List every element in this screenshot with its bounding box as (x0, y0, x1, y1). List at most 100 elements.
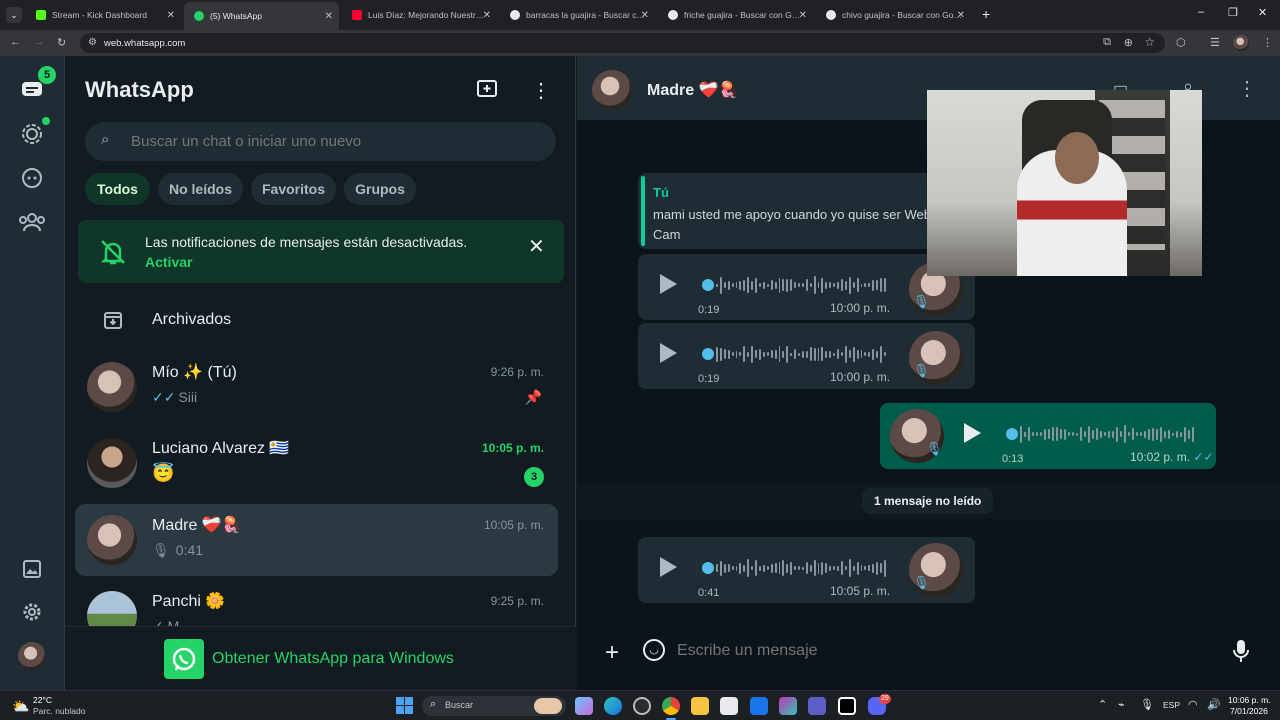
menu-kebab-icon[interactable]: ⋮ (531, 78, 551, 103)
edge-icon[interactable] (604, 697, 622, 715)
communities-nav-icon[interactable] (18, 208, 46, 236)
tab-close-icon[interactable]: ✕ (167, 10, 175, 21)
voice-message-bubble-outgoing[interactable]: 🎙 0:13 10:02 p. m. ✓✓ (880, 403, 1216, 469)
voice-waveform[interactable] (716, 275, 886, 295)
chat-row-mio[interactable]: Mío ✨ (Tú) 9:26 p. m. ✓✓ Siii 📌 (75, 351, 558, 423)
close-window-button[interactable]: ✕ (1258, 6, 1267, 19)
emoji-icon[interactable]: ◡ (643, 639, 665, 661)
message-input[interactable] (677, 638, 1217, 664)
activate-link[interactable]: Activar (145, 254, 192, 270)
play-icon[interactable] (660, 274, 677, 294)
new-chat-button[interactable] (476, 79, 500, 101)
play-icon[interactable] (660, 343, 677, 363)
contact-name[interactable]: Madre ❤️‍🩹🪼 (647, 80, 738, 100)
attach-plus-icon[interactable]: + (605, 639, 619, 667)
tab-close-icon[interactable]: ✕ (641, 10, 649, 21)
status-nav-icon[interactable] (18, 120, 46, 148)
search-input[interactable] (131, 130, 531, 152)
filter-favorites[interactable]: Favoritos (251, 173, 336, 205)
file-explorer-icon[interactable] (691, 697, 709, 715)
store-icon[interactable] (720, 697, 738, 715)
tab-search-button[interactable]: ⌄ (6, 7, 22, 23)
playback-position-dot[interactable] (702, 348, 714, 360)
voice-message-bubble[interactable]: 0:19 10:00 p. m. 🎙 (638, 323, 975, 389)
browser-tab-google-3[interactable]: chivo guajira - Buscar con Google ✕ (816, 4, 971, 26)
clock-time[interactable]: 10:06 p. m. (1228, 695, 1271, 705)
volume-icon[interactable]: 🔊 (1207, 698, 1221, 711)
browser-tab-whatsapp[interactable]: (5) WhatsApp ✕ (184, 2, 339, 30)
teams-icon[interactable] (808, 697, 826, 715)
media-nav-icon[interactable] (18, 555, 46, 583)
voice-message-bubble[interactable]: 0:41 10:05 p. m. 🎙 (638, 537, 975, 603)
playback-position-dot[interactable] (1006, 428, 1018, 440)
chat-row-luciano[interactable]: Luciano Alvarez 🇺🇾 10:05 p. m. 😇 3 (75, 427, 558, 499)
capcut-icon[interactable] (838, 697, 856, 715)
weather-temp[interactable]: 22°C (33, 695, 52, 705)
get-windows-app-link[interactable]: Obtener WhatsApp para Windows (212, 650, 454, 668)
tab-close-icon[interactable]: ✕ (799, 10, 807, 21)
archived-row[interactable]: Archivados (75, 286, 558, 354)
chat-row-panchi[interactable]: Panchi 🌼 9:25 p. m. ✓ M (75, 580, 558, 626)
new-tab-button[interactable]: + (982, 6, 990, 22)
chat-row-madre[interactable]: Madre ❤️‍🩹🪼 10:05 p. m. 🎙 0:41 (75, 504, 558, 576)
playback-position-dot[interactable] (702, 279, 714, 291)
filter-all[interactable]: Todos (85, 173, 150, 205)
taskbar-search[interactable]: ⌕ Buscar (422, 696, 566, 716)
profile-avatar[interactable] (18, 642, 46, 670)
browser-tab-google-2[interactable]: friche guajira - Buscar con Google ✕ (658, 4, 813, 26)
playback-position-dot[interactable] (702, 562, 714, 574)
browser-menu-icon[interactable]: ⋮ (1262, 36, 1273, 49)
profile-avatar[interactable] (1233, 35, 1249, 51)
voice-message-bubble[interactable]: 0:19 10:00 p. m. 🎙 (638, 254, 975, 320)
browser-tab-google-1[interactable]: barracas la guajira - Buscar con G ✕ (500, 4, 655, 26)
filter-groups[interactable]: Grupos (344, 173, 416, 205)
start-button[interactable] (396, 697, 413, 714)
play-icon[interactable] (660, 557, 677, 577)
browser-tab-youtube[interactable]: Luis Díaz: Mejorando Nuestro Ingl ✕ (342, 4, 497, 26)
mail-icon[interactable] (750, 697, 768, 715)
tab-list-icon[interactable]: ☰ (1210, 36, 1220, 49)
mic-tray-icon[interactable]: 🎙 (1140, 698, 1154, 711)
search-box[interactable]: ⌕ (85, 122, 556, 161)
weather-desc: Parc. nublado (33, 706, 86, 716)
filter-unread[interactable]: No leídos (158, 173, 243, 205)
obs-icon[interactable] (633, 697, 651, 715)
tray-chevron-icon[interactable]: ⌃ (1098, 698, 1107, 711)
minimize-button[interactable]: – (1198, 6, 1204, 18)
wifi-icon[interactable]: ◠ (1188, 698, 1198, 711)
office-icon[interactable] (779, 697, 797, 715)
contact-avatar[interactable] (592, 70, 632, 110)
network-icon[interactable]: ⌁ (1118, 698, 1125, 711)
menu-kebab-icon[interactable]: ⋮ (1237, 76, 1257, 101)
forward-icon[interactable]: → (34, 36, 45, 48)
clock-date[interactable]: 7/01/2026 (1230, 706, 1268, 716)
site-info-icon[interactable]: ⚙ (88, 37, 97, 48)
voice-waveform[interactable] (716, 558, 886, 578)
install-app-icon[interactable]: ⧉ (1103, 36, 1111, 49)
waveform-bar (837, 281, 839, 289)
zoom-icon[interactable]: ⊕ (1124, 36, 1133, 49)
tab-close-icon[interactable]: ✕ (325, 11, 333, 22)
language-indicator[interactable]: ESP (1163, 700, 1180, 710)
tab-close-icon[interactable]: ✕ (483, 10, 491, 21)
weather-icon[interactable]: ⛅ (12, 698, 29, 715)
channels-icon (22, 168, 42, 188)
back-icon[interactable]: ← (10, 36, 21, 48)
settings-nav-icon[interactable] (18, 598, 46, 626)
voice-waveform[interactable] (1020, 424, 1195, 444)
voice-record-mic-icon[interactable] (1231, 638, 1251, 664)
close-icon[interactable]: ✕ (528, 234, 545, 259)
browser-tab-kick[interactable]: Stream - Kick Dashboard ✕ (26, 4, 181, 26)
reload-icon[interactable]: ↻ (57, 36, 66, 49)
copilot-icon[interactable] (575, 697, 593, 715)
bookmark-star-icon[interactable]: ☆ (1144, 35, 1155, 49)
maximize-button[interactable]: ❐ (1228, 6, 1238, 19)
address-bar[interactable]: ⚙ web.whatsapp.com ⧉ ⊕ ☆ (80, 33, 1165, 53)
tab-close-icon[interactable]: ✕ (957, 10, 965, 21)
extensions-icon[interactable]: ⬡ (1176, 36, 1186, 49)
quote-bar (641, 176, 645, 246)
voice-waveform[interactable] (716, 344, 886, 364)
channels-nav-icon[interactable] (18, 164, 46, 192)
play-icon[interactable] (964, 423, 981, 443)
chrome-icon[interactable] (662, 697, 680, 715)
